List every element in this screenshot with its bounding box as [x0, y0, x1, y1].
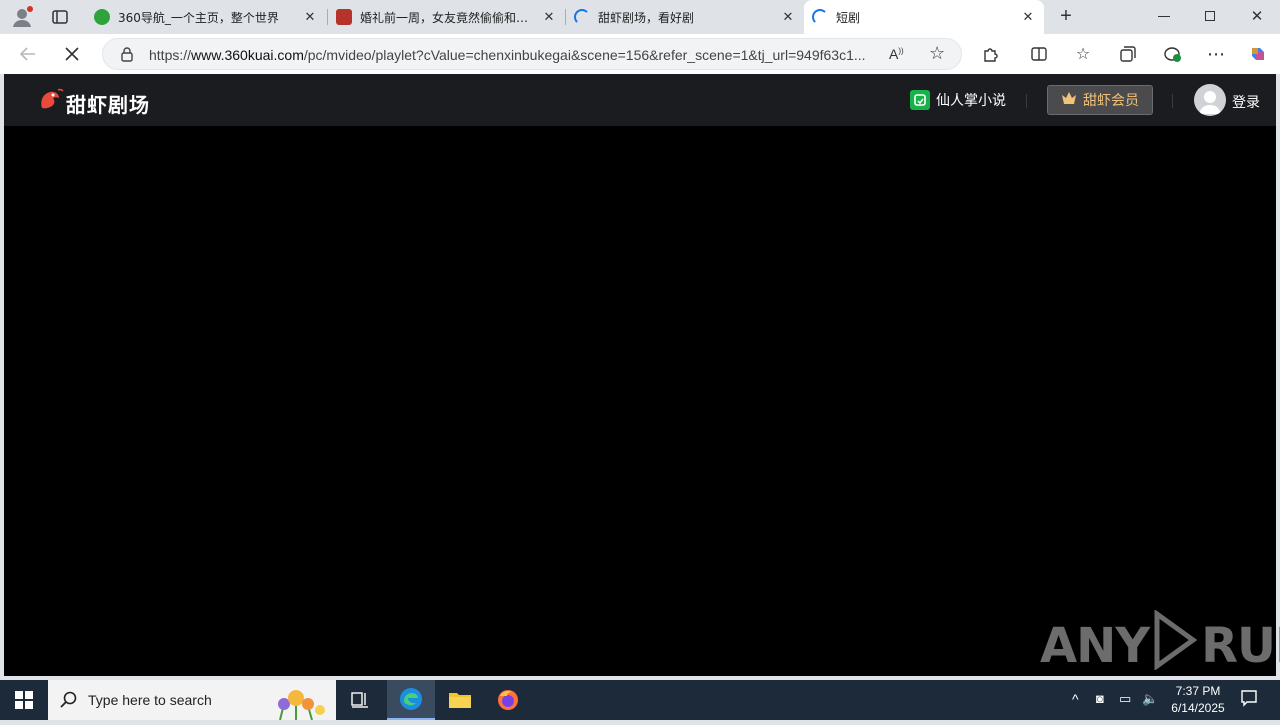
watermark-right-text: RUN [1201, 618, 1280, 674]
edge-browser-icon[interactable] [387, 680, 435, 720]
split-screen-icon[interactable] [1025, 40, 1053, 68]
notifications-icon[interactable] [1240, 689, 1258, 710]
back-arrow-icon[interactable] [14, 40, 42, 68]
loading-spinner-icon [574, 9, 590, 25]
tab-actions-icon[interactable] [50, 7, 70, 27]
clock-date: 6/14/2025 [1171, 701, 1225, 715]
site-logo-text[interactable]: 甜虾剧场 [66, 89, 150, 118]
site-header: 甜虾剧场 仙人掌小说 甜虾会员 登录 [4, 74, 1276, 126]
taskbar-clock[interactable]: 7:37 PM 6/14/2025 [1163, 683, 1233, 717]
tab-short-drama[interactable]: 短剧 ✕ [804, 0, 1044, 34]
video-player-area[interactable] [4, 126, 1276, 676]
favorites-icon[interactable]: ☆ [1069, 40, 1097, 68]
settings-more-icon[interactable]: ⋯ [1202, 40, 1230, 68]
file-explorer-icon[interactable] [436, 680, 484, 720]
url-text[interactable]: https://www.360kuai.com/pc/mvideo/playle… [149, 47, 877, 63]
flowers-illustration-icon [260, 684, 332, 725]
restore-icon[interactable] [1205, 11, 1215, 21]
tab-wedding-story[interactable]: 婚礼前一周，女友竟然偷偷和别人 ✕ [328, 0, 565, 34]
loading-spinner-icon [812, 9, 828, 25]
anyrun-watermark: ANY RUN [1040, 609, 1280, 682]
url-prefix: https:// [149, 47, 192, 63]
tab-title: 婚礼前一周，女友竟然偷偷和别人 [360, 10, 539, 25]
stop-loading-icon[interactable] [58, 40, 86, 68]
close-tab-icon[interactable]: ✕ [1018, 7, 1038, 27]
user-avatar[interactable] [1194, 84, 1226, 116]
login-link[interactable]: 登录 [1232, 92, 1260, 112]
favorite-star-icon[interactable]: ☆ [929, 43, 945, 64]
url-path: /pc/mvideo/playlet?cValue=chenxinbukegai… [303, 47, 866, 63]
play-triangle-icon [1153, 609, 1198, 682]
browser-toolbar: https://www.360kuai.com/pc/mvideo/playle… [0, 34, 1280, 74]
search-placeholder: Type here to search [88, 692, 212, 708]
minimize-icon[interactable] [1158, 16, 1170, 17]
close-tab-icon[interactable]: ✕ [300, 7, 320, 27]
copilot-icon[interactable] [1244, 40, 1272, 68]
tab-360-nav[interactable]: 360导航_一个主页，整个世界 ✕ [86, 0, 326, 34]
header-divider [1026, 94, 1027, 108]
clock-time: 7:37 PM [1175, 684, 1221, 698]
meet-now-icon[interactable]: ◙ [1096, 691, 1104, 706]
windows-start-icon[interactable] [0, 680, 48, 720]
address-bar[interactable]: https://www.360kuai.com/pc/mvideo/playle… [102, 38, 962, 70]
network-icon[interactable]: ▭ [1119, 691, 1131, 707]
new-tab-icon[interactable]: + [1056, 6, 1076, 27]
show-hidden-icons-chevron-icon[interactable]: ^ [1072, 691, 1079, 707]
globe-favicon-icon [94, 9, 110, 25]
read-aloud-icon[interactable]: A)) [889, 46, 904, 62]
tab-title: 甜虾剧场，看好剧 [598, 10, 695, 25]
taskbar-search-box[interactable]: Type here to search [48, 680, 336, 721]
extensions-puzzle-icon[interactable] [977, 40, 1005, 68]
shrimp-logo-icon[interactable] [36, 86, 64, 114]
close-tab-icon[interactable]: ✕ [778, 7, 798, 27]
profile-avatar-icon[interactable] [10, 5, 34, 29]
url-host: www.360kuai.com [191, 47, 304, 63]
close-tab-icon[interactable]: ✕ [539, 7, 559, 27]
header-divider [1172, 94, 1173, 108]
search-icon [60, 691, 78, 714]
firefox-icon[interactable] [484, 680, 532, 720]
volume-icon[interactable]: 🔈 [1142, 691, 1158, 707]
novel-link-label: 仙人掌小说 [936, 93, 1006, 109]
windows-taskbar: Type here to search ^ ◙ ▭ 🔈 7:37 PM 6/14… [0, 680, 1280, 721]
watermark-left-text: ANY [1040, 618, 1150, 674]
tab-title: 短剧 [836, 10, 861, 25]
crown-icon [1061, 91, 1077, 109]
tab-tianxia-theater[interactable]: 甜虾剧场，看好剧 ✕ [566, 0, 804, 34]
task-view-icon[interactable] [336, 680, 384, 720]
tab-title: 360导航_一个主页，整个世界 [118, 10, 279, 25]
vip-membership-button[interactable]: 甜虾会员 [1047, 85, 1153, 115]
vip-button-label: 甜虾会员 [1083, 93, 1139, 109]
browser-essentials-icon[interactable] [1158, 40, 1186, 68]
cactus-app-icon [910, 90, 930, 110]
close-window-icon[interactable]: ✕ [1249, 7, 1265, 25]
story-favicon-icon [336, 9, 352, 25]
site-info-lock-icon[interactable] [119, 46, 135, 62]
novel-app-link[interactable]: 仙人掌小说 [910, 90, 1006, 110]
page-content: 甜虾剧场 仙人掌小说 甜虾会员 登录 ANY RUN [4, 74, 1280, 676]
collections-icon[interactable] [1114, 40, 1142, 68]
browser-tab-strip: 360导航_一个主页，整个世界 ✕ 婚礼前一周，女友竟然偷偷和别人 ✕ 甜虾剧场… [0, 0, 1280, 34]
